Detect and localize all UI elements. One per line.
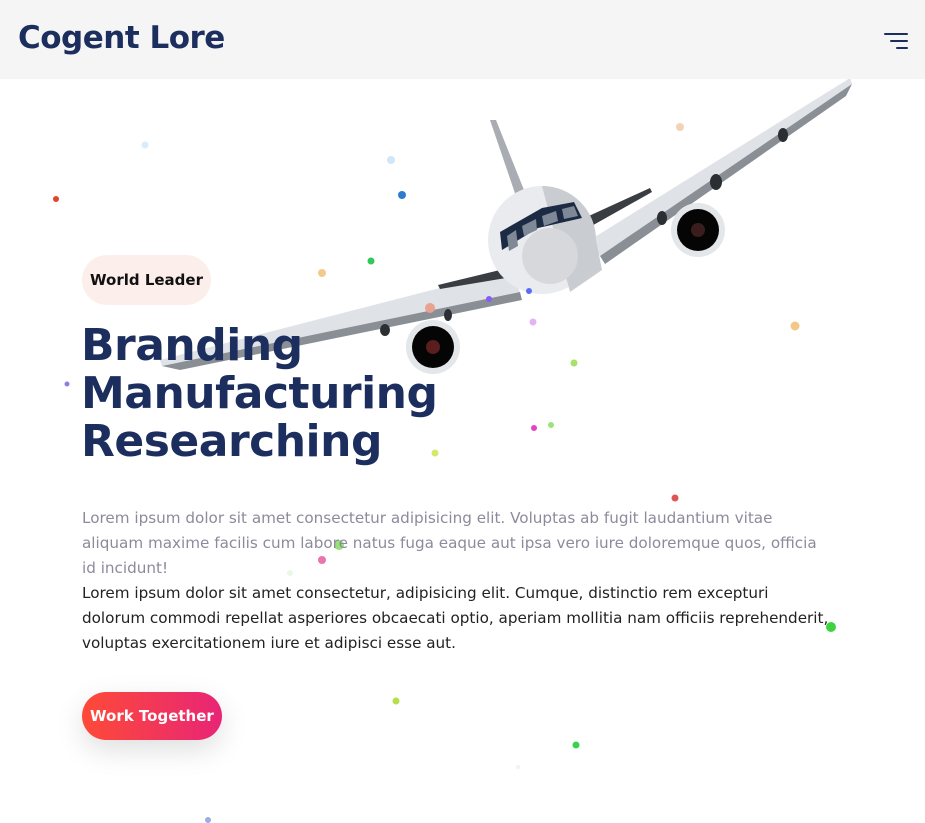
headline-line-manufacturing: Manufacturing — [81, 368, 438, 419]
site-header: Cogent Lore — [0, 0, 925, 79]
site-logo[interactable]: Cogent Lore — [18, 18, 225, 58]
hero-paragraph-muted: Lorem ipsum dolor sit amet consectetur a… — [82, 509, 817, 577]
hamburger-menu-icon[interactable] — [884, 30, 910, 52]
badge-label: World Leader — [90, 271, 203, 289]
hero-paragraph: Lorem ipsum dolor sit amet consectetur, … — [82, 584, 829, 652]
headline-line-branding: Branding — [81, 320, 303, 371]
page: Cogent Lore World Leader Branding Manufa… — [0, 0, 925, 823]
hero-headline: Branding Manufacturing Researching — [81, 322, 438, 466]
headline-line-researching: Researching — [81, 416, 382, 467]
work-together-button[interactable]: Work Together — [82, 692, 222, 740]
world-leader-badge: World Leader — [82, 255, 211, 305]
